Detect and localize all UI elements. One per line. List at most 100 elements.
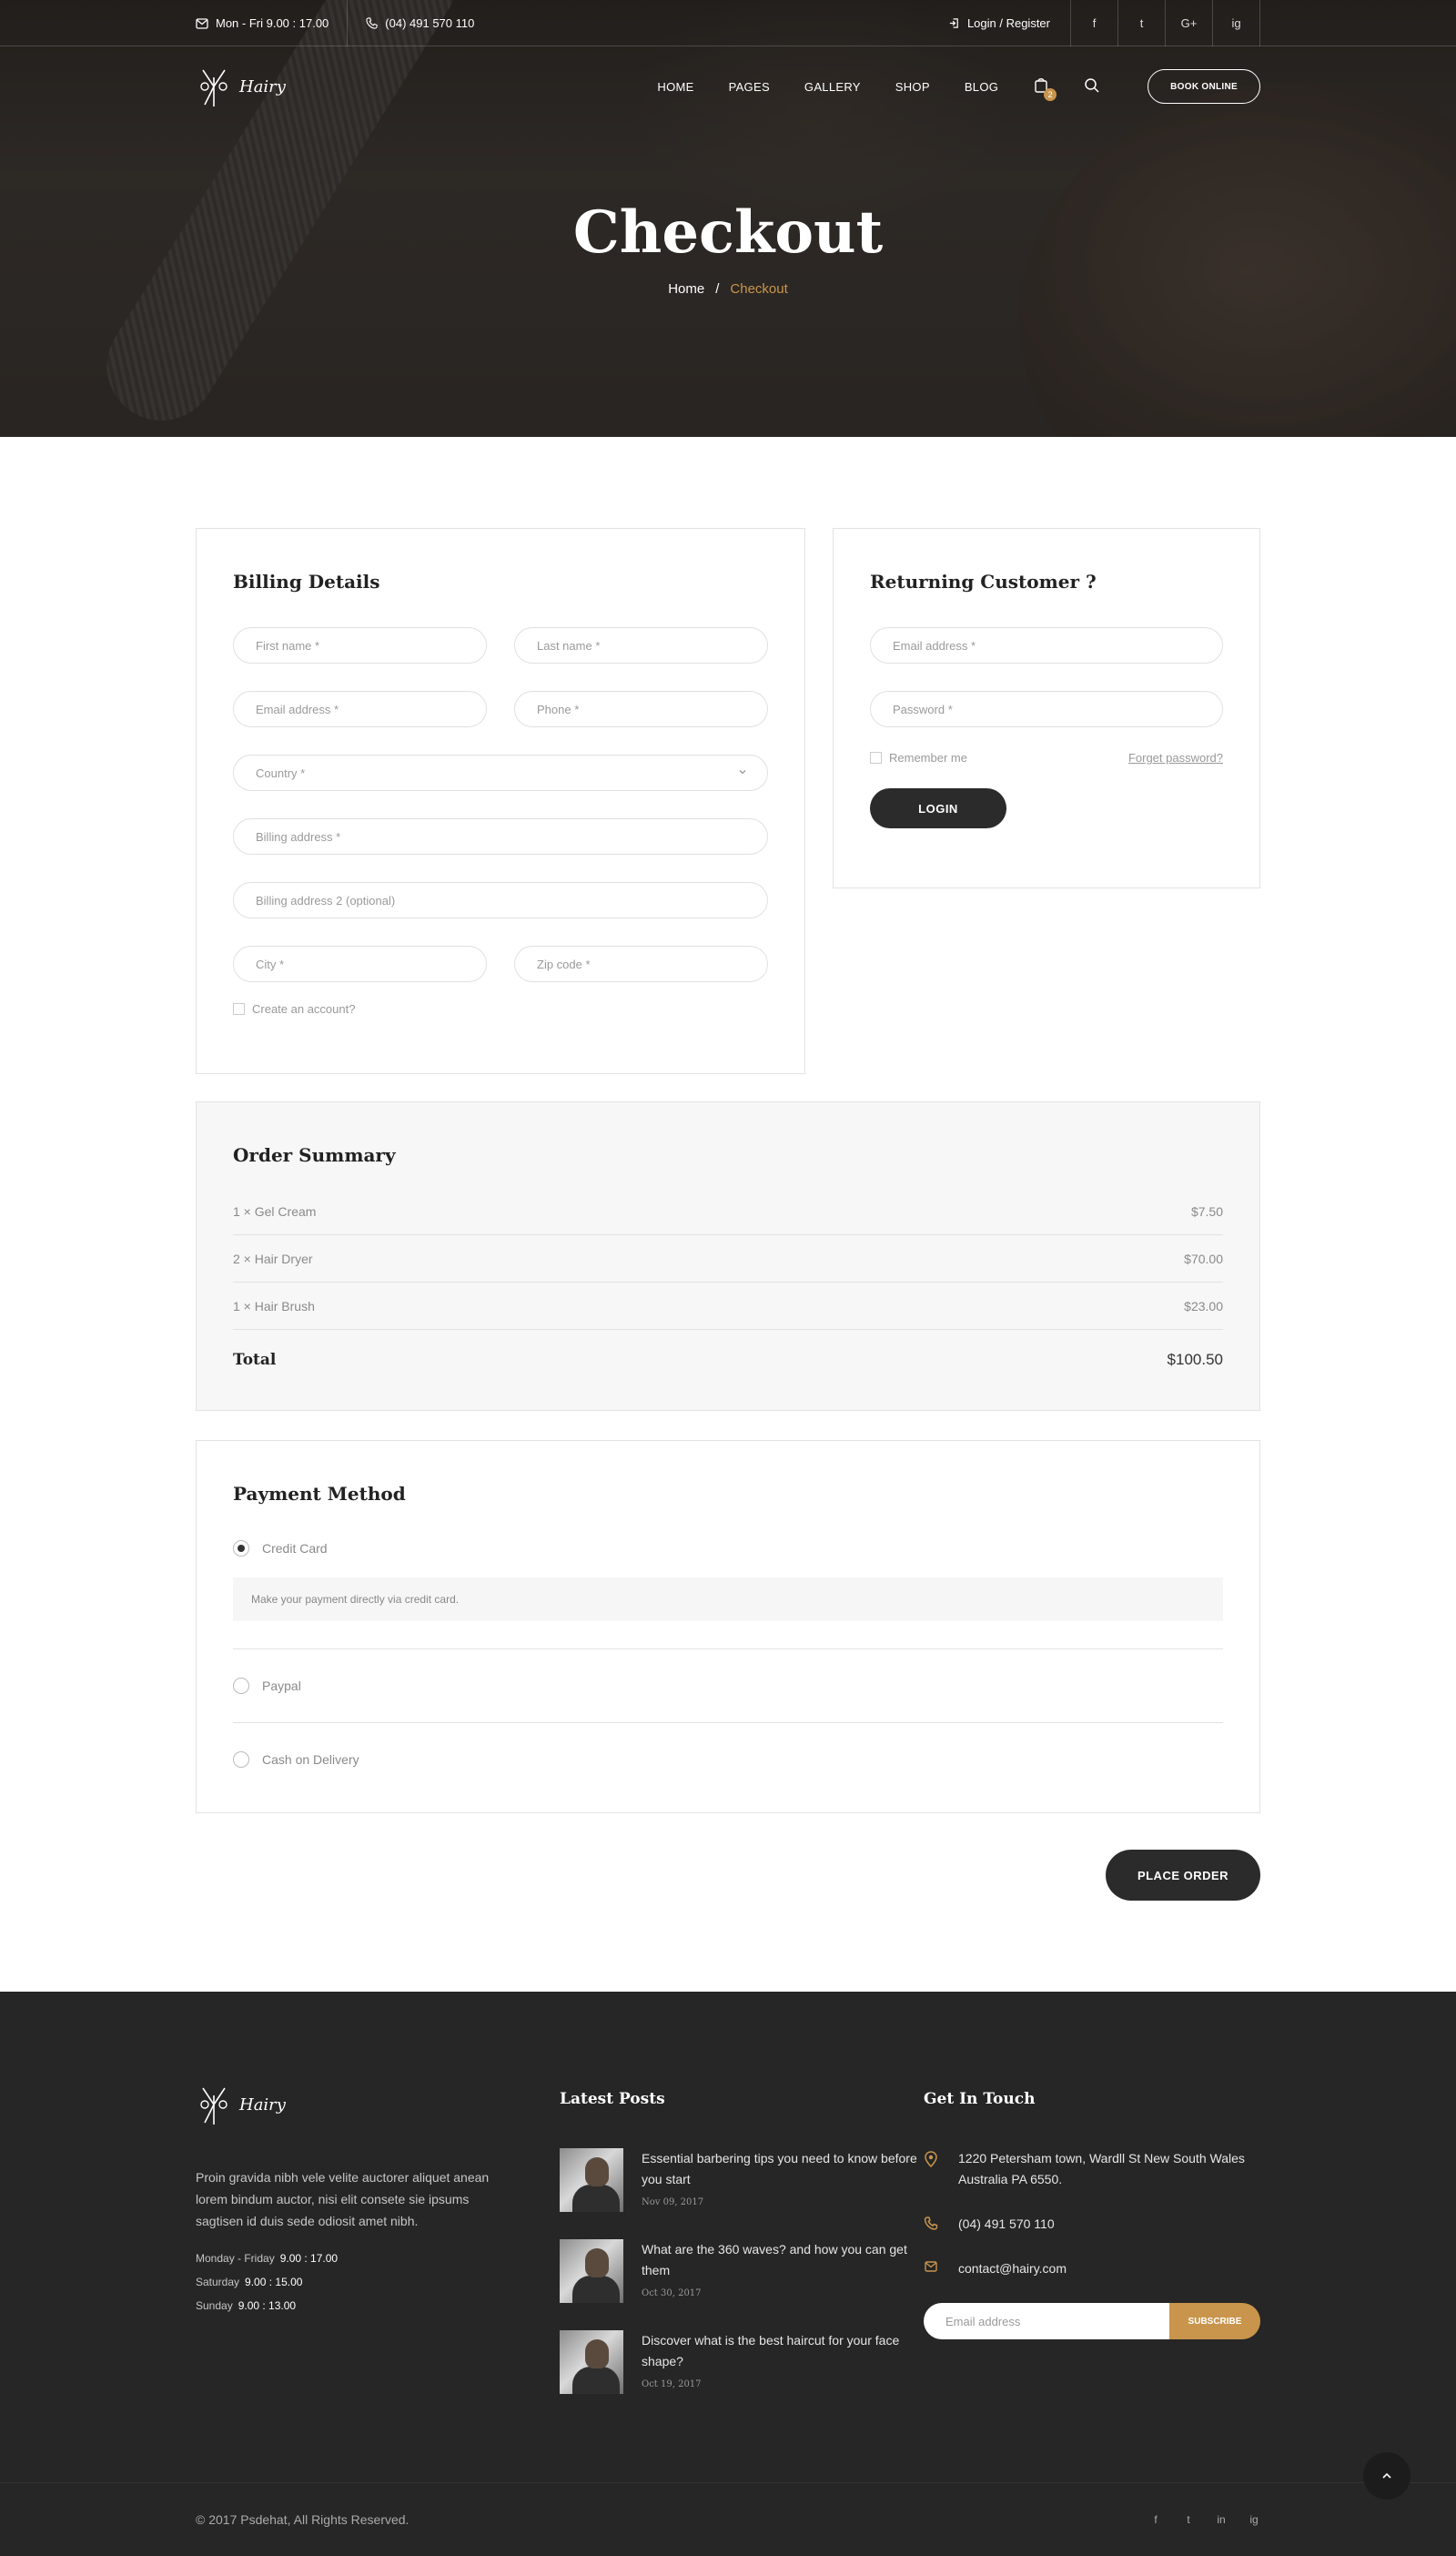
post-date: Nov 09, 2017	[642, 2197, 704, 2207]
order-summary-panel: Order Summary 1 × Gel Cream $7.50 2 × Ha…	[196, 1101, 1260, 1411]
checkbox-box[interactable]	[870, 752, 882, 764]
cart-button[interactable]: 2	[1033, 77, 1057, 101]
site-logo[interactable]: Hairy	[196, 65, 286, 108]
nav-pages[interactable]: PAGES	[729, 80, 770, 94]
payment-option-cod[interactable]: Cash on Delivery	[233, 1741, 1223, 1778]
password-field[interactable]: Password *	[870, 691, 1223, 727]
footer-post[interactable]: Essential barbering tips you need to kno…	[560, 2148, 924, 2212]
billing-title: Billing Details	[233, 571, 380, 593]
country-select[interactable]: Country *	[233, 755, 768, 791]
zip-code-field[interactable]: Zip code *	[514, 946, 768, 982]
instagram-icon[interactable]: ig	[1248, 2513, 1260, 2526]
topbar-phone: (04) 491 570 110	[348, 0, 474, 46]
instagram-icon[interactable]: ig	[1213, 0, 1260, 46]
post-title[interactable]: Discover what is the best haircut for yo…	[642, 2330, 924, 2372]
post-thumbnail[interactable]	[560, 2330, 623, 2394]
nav-blog[interactable]: BLOG	[965, 80, 998, 94]
city-field[interactable]: City *	[233, 946, 487, 982]
chevron-up-icon	[1382, 2472, 1391, 2479]
hero-banner: Mon - Fri 9.00 : 17.00 (04) 491 570 110 …	[0, 0, 1456, 437]
get-in-touch-title: Get In Touch	[924, 2090, 1036, 2108]
login-register-link[interactable]: Login / Register	[948, 0, 1071, 46]
phone-icon	[366, 17, 378, 29]
post-thumbnail[interactable]	[560, 2148, 623, 2212]
radio[interactable]	[233, 1751, 249, 1768]
hours-row: Monday - Friday 9.00 : 17.00	[196, 2252, 339, 2265]
footer-logo[interactable]: Hairy	[196, 2083, 560, 2126]
remember-me-checkbox[interactable]: Remember me	[870, 751, 967, 765]
billing-address-field[interactable]: Billing address *	[233, 818, 768, 855]
nav-menu: HOME PAGES GALLERY SHOP BLOG 2 BOOK ONLI…	[622, 69, 1260, 104]
forgot-password-link[interactable]: Forget password?	[1128, 751, 1223, 765]
payment-option-credit-card[interactable]: Credit Card	[233, 1530, 1223, 1567]
payment-title: Payment Method	[233, 1483, 406, 1505]
contact-phone: (04) 491 570 110	[924, 2214, 1260, 2235]
book-online-button[interactable]: BOOK ONLINE	[1148, 69, 1260, 104]
phone-icon	[924, 2216, 938, 2230]
scissors-logo-icon	[200, 69, 228, 106]
create-account-checkbox[interactable]: Create an account?	[233, 1002, 768, 1016]
facebook-icon[interactable]: f	[1071, 0, 1118, 46]
phone-field[interactable]: Phone *	[514, 691, 768, 727]
post-title[interactable]: Essential barbering tips you need to kno…	[642, 2148, 924, 2190]
post-date: Oct 19, 2017	[642, 2379, 702, 2389]
facebook-icon[interactable]: f	[1149, 2513, 1162, 2526]
scissors-logo-icon	[200, 2087, 228, 2125]
last-name-field[interactable]: Last name *	[514, 627, 768, 664]
google-plus-icon[interactable]: G+	[1166, 0, 1213, 46]
footer-about: Proin gravida nibh vele velite auctorer …	[196, 2170, 490, 2228]
radio[interactable]	[233, 1678, 249, 1694]
breadcrumb-current: Checkout	[730, 281, 788, 297]
first-name-field[interactable]: First name *	[233, 627, 487, 664]
footer-post[interactable]: What are the 360 waves? and how you can …	[560, 2239, 924, 2303]
main-nav: Hairy HOME PAGES GALLERY SHOP BLOG 2 BOO…	[0, 47, 1456, 126]
login-button[interactable]: LOGIN	[870, 788, 1006, 828]
breadcrumb-home[interactable]: Home	[668, 281, 704, 297]
nav-shop[interactable]: SHOP	[895, 80, 930, 94]
hours-row: Sunday 9.00 : 13.00	[196, 2299, 297, 2312]
footer-hours: Monday - Friday 9.00 : 17.00 Saturday 9.00…	[196, 2252, 560, 2312]
billing-details-panel: Billing Details First name * Last name *…	[196, 528, 805, 1074]
mail-icon	[925, 2261, 937, 2272]
post-title[interactable]: What are the 360 waves? and how you can …	[642, 2239, 924, 2281]
page-title: Checkout	[572, 198, 884, 267]
checkbox-box[interactable]	[233, 1003, 245, 1015]
contact-address: 1220 Petersham town, Wardll St New South…	[924, 2148, 1260, 2190]
search-button[interactable]	[1084, 77, 1102, 96]
back-to-top-button[interactable]	[1363, 2452, 1410, 2500]
search-icon	[1085, 78, 1099, 93]
copyright: © 2017 Psdehat, All Rights Reserved.	[196, 2512, 410, 2527]
footer-post[interactable]: Discover what is the best haircut for yo…	[560, 2330, 924, 2394]
subscribe-button[interactable]: SUBSCRIBE	[1169, 2303, 1260, 2339]
footer-social: f t in ig	[1149, 2513, 1260, 2526]
location-pin-icon	[925, 2151, 937, 2167]
mail-icon	[196, 17, 208, 29]
billing-email-field[interactable]: Email address *	[233, 691, 487, 727]
nav-gallery[interactable]: GALLERY	[804, 80, 861, 94]
checkout-content: Billing Details First name * Last name *…	[0, 437, 1456, 1992]
order-line-item: 1 × Hair Brush $23.00	[233, 1283, 1223, 1330]
login-email-field[interactable]: Email address *	[870, 627, 1223, 664]
payment-method-panel: Payment Method Credit Card Make your pay…	[196, 1440, 1260, 1813]
top-bar: Mon - Fri 9.00 : 17.00 (04) 491 570 110 …	[0, 0, 1456, 46]
order-summary-title: Order Summary	[233, 1144, 396, 1166]
nav-home[interactable]: HOME	[657, 80, 693, 94]
login-icon	[949, 18, 958, 28]
order-line-item: 1 × Gel Cream $7.50	[233, 1188, 1223, 1235]
hours-row: Saturday 9.00 : 15.00	[196, 2276, 303, 2288]
payment-option-paypal[interactable]: Paypal	[233, 1668, 1223, 1704]
post-date: Oct 30, 2017	[642, 2288, 702, 2298]
contact-email: contact@hairy.com	[924, 2258, 1260, 2279]
radio-selected[interactable]	[233, 1540, 249, 1557]
place-order-button[interactable]: PLACE ORDER	[1106, 1850, 1260, 1901]
credit-card-description: Make your payment directly via credit ca…	[233, 1577, 1223, 1621]
footer: Hairy Proin gravida nibh vele velite auc…	[0, 1992, 1456, 2556]
twitter-icon[interactable]: t	[1182, 2513, 1195, 2526]
billing-address2-field[interactable]: Billing address 2 (optional)	[233, 882, 768, 918]
post-thumbnail[interactable]	[560, 2239, 623, 2303]
order-total: Total $100.50	[233, 1351, 1223, 1369]
breadcrumb: Home / Checkout	[668, 281, 788, 297]
newsletter-email-input[interactable]: Email address	[924, 2303, 1169, 2339]
twitter-icon[interactable]: t	[1118, 0, 1166, 46]
linkedin-icon[interactable]: in	[1215, 2513, 1228, 2526]
